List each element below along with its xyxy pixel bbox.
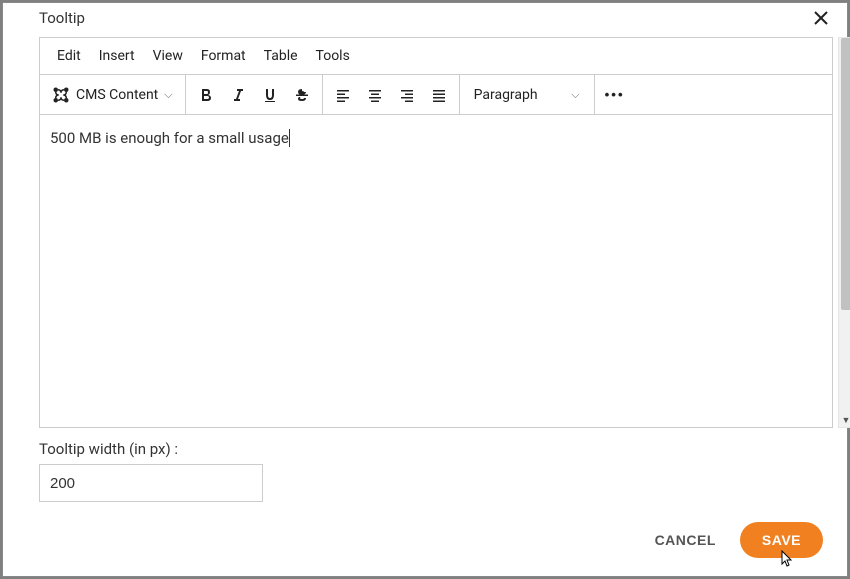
italic-icon (230, 87, 246, 103)
tooltip-width-field: Tooltip width (in px) : (3, 428, 847, 512)
align-left-button[interactable] (327, 79, 359, 111)
mouse-cursor-icon (779, 550, 795, 570)
menu-table[interactable]: Table (255, 44, 307, 68)
close-button[interactable] (809, 10, 833, 26)
cms-content-label: CMS Content (76, 87, 158, 103)
modal-header: Tooltip (3, 3, 847, 29)
text-cursor (289, 129, 290, 147)
align-justify-button[interactable] (423, 79, 455, 111)
scrollbar[interactable]: ▼ (838, 37, 850, 428)
bold-button[interactable] (190, 79, 222, 111)
format-dropdown[interactable]: Paragraph ⌵ (464, 87, 590, 103)
scroll-down-arrow[interactable]: ▼ (839, 413, 850, 427)
chevron-down-icon: ⌵ (571, 88, 579, 102)
tooltip-width-input[interactable] (39, 464, 263, 502)
bold-icon (198, 87, 214, 103)
editor-menubar: Edit Insert View Format Table Tools (40, 38, 832, 75)
align-right-button[interactable] (391, 79, 423, 111)
tooltip-modal: Tooltip ▼ Edit Insert View Format Table … (2, 2, 848, 577)
modal-actions: CANCEL SAVE (3, 512, 847, 576)
align-left-icon (335, 87, 351, 103)
menu-insert[interactable]: Insert (90, 44, 144, 68)
cms-content-dropdown[interactable]: CMS Content ⌵ (44, 86, 181, 104)
more-button[interactable]: ••• (599, 79, 631, 111)
text-style-group (186, 75, 323, 114)
tooltip-width-label: Tooltip width (in px) : (39, 440, 833, 458)
underline-icon (262, 87, 278, 103)
more-group: ••• (595, 75, 635, 114)
format-label: Paragraph (474, 87, 538, 103)
cms-group: CMS Content ⌵ (40, 75, 186, 114)
menu-format[interactable]: Format (192, 44, 255, 68)
editor-content[interactable]: 500 MB is enough for a small usage (40, 115, 832, 427)
save-button[interactable]: SAVE (740, 522, 823, 558)
align-center-icon (367, 87, 383, 103)
close-icon (813, 10, 829, 26)
rich-text-editor: Edit Insert View Format Table Tools CMS … (39, 37, 833, 428)
strikethrough-icon (294, 87, 310, 103)
menu-view[interactable]: View (144, 44, 192, 68)
editor-text: 500 MB is enough for a small usage (50, 129, 289, 147)
editor-toolbar: CMS Content ⌵ (40, 75, 832, 115)
joomla-icon (52, 86, 70, 104)
format-group: Paragraph ⌵ (460, 75, 595, 114)
strikethrough-button[interactable] (286, 79, 318, 111)
save-label: SAVE (762, 532, 801, 548)
align-justify-icon (431, 87, 447, 103)
align-center-button[interactable] (359, 79, 391, 111)
cancel-button[interactable]: CANCEL (641, 522, 730, 558)
ellipsis-icon: ••• (605, 87, 625, 102)
modal-title: Tooltip (39, 9, 85, 27)
menu-edit[interactable]: Edit (48, 44, 90, 68)
align-right-icon (399, 87, 415, 103)
chevron-down-icon: ⌵ (164, 88, 172, 102)
italic-button[interactable] (222, 79, 254, 111)
editor-wrapper: ▼ Edit Insert View Format Table Tools CM… (39, 37, 833, 428)
underline-button[interactable] (254, 79, 286, 111)
align-group (323, 75, 460, 114)
scrollbar-thumb[interactable] (841, 38, 850, 310)
menu-tools[interactable]: Tools (307, 44, 359, 68)
